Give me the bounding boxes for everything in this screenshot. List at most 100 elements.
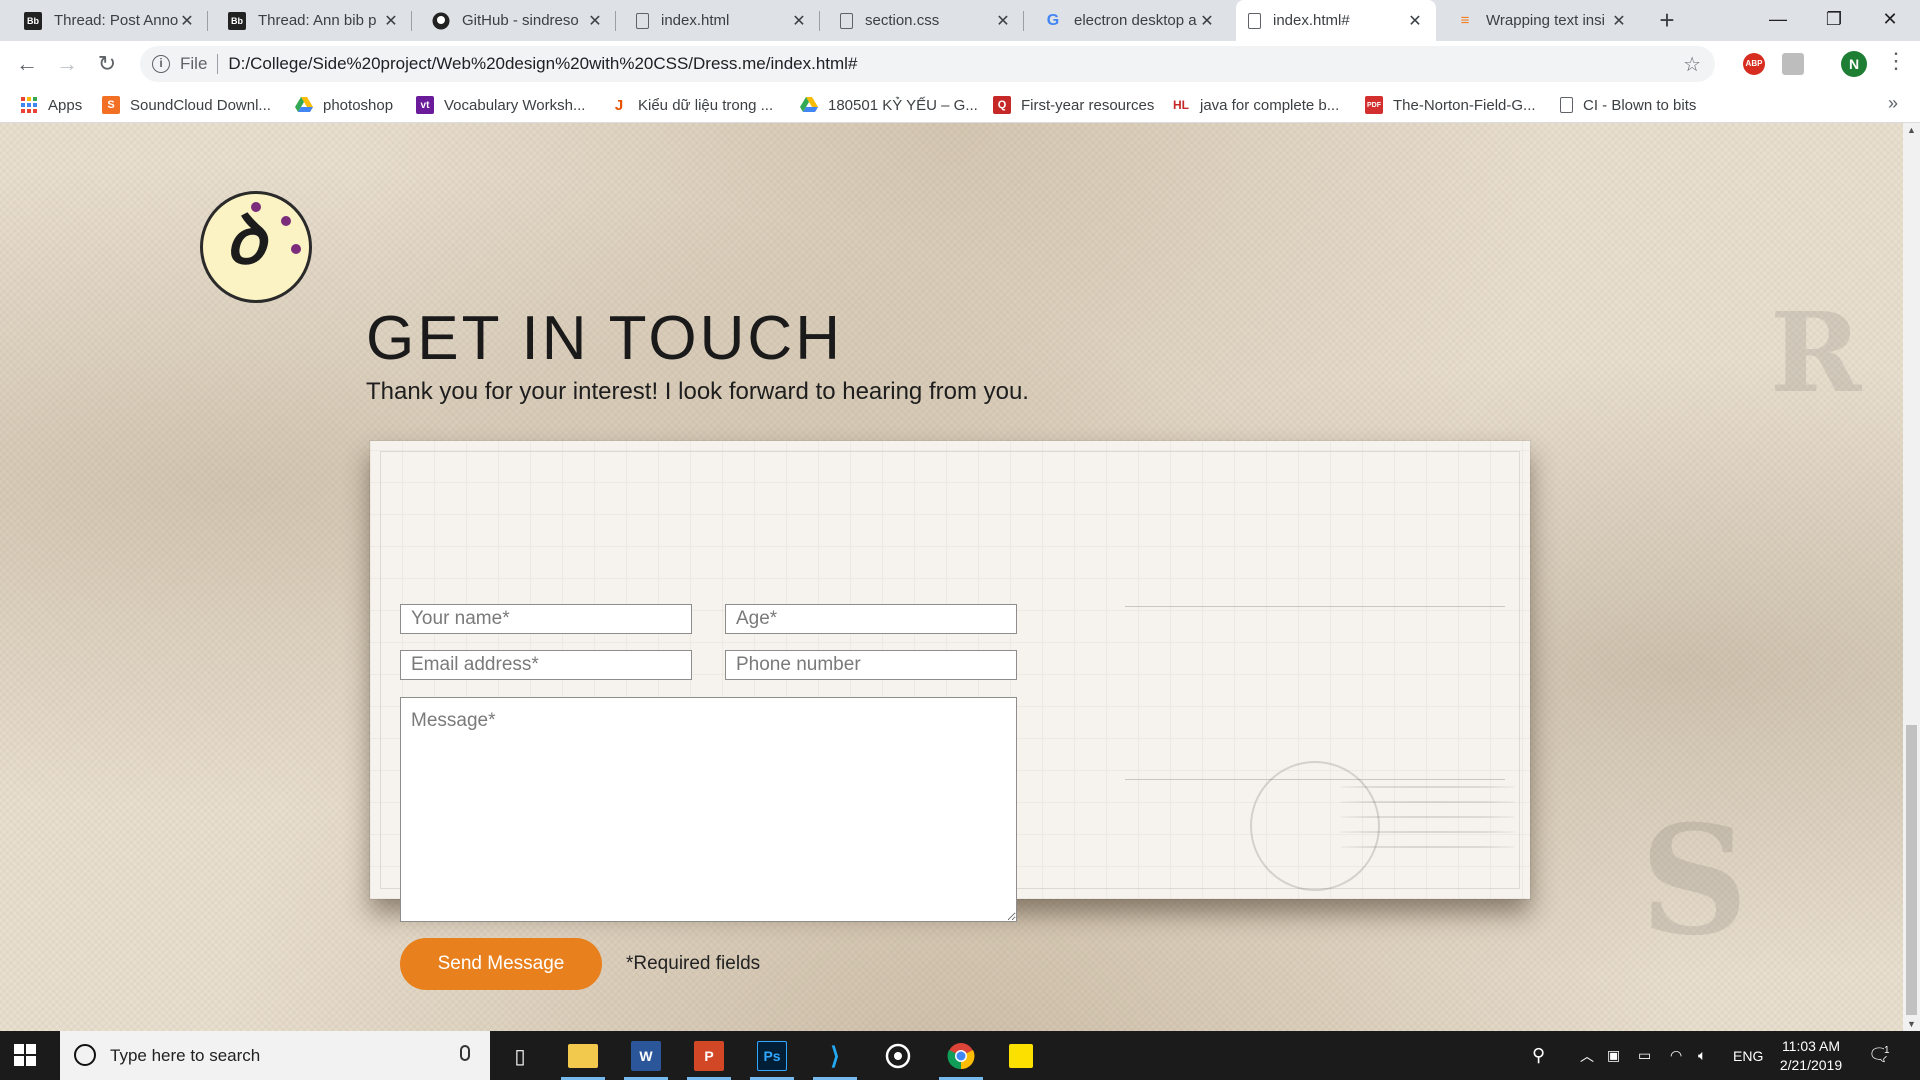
blackboard-icon: Bb	[228, 11, 246, 30]
taskbar-search-box[interactable]: Type here to search	[60, 1031, 490, 1080]
close-icon[interactable]: ✕	[1610, 11, 1628, 31]
tab-thread-post[interactable]: Bb Thread: Post Anno ✕	[12, 0, 208, 41]
bookmark-kieu-du-lieu[interactable]: J Kiểu dữ liệu trong ...	[610, 87, 773, 123]
menu-icon[interactable]: ⋮	[1885, 50, 1907, 72]
bookmark-apps[interactable]: Apps	[20, 87, 82, 123]
close-icon[interactable]: ✕	[1406, 11, 1424, 31]
show-hidden-icons[interactable]: ︿	[1580, 1031, 1594, 1080]
tab-index-html-active[interactable]: index.html# ✕	[1236, 0, 1436, 41]
file-icon	[1560, 97, 1573, 113]
task-view-icon[interactable]: ▯	[505, 1041, 535, 1071]
tab-title: index.html	[661, 12, 730, 29]
close-icon[interactable]: ✕	[994, 11, 1012, 31]
soundcloud-icon: S	[102, 96, 120, 114]
extension-icon[interactable]	[1782, 53, 1804, 75]
profile-avatar[interactable]: N	[1841, 51, 1867, 77]
postmark-wave	[1340, 831, 1515, 833]
bookmark-label: photoshop	[323, 96, 394, 114]
bookmarks-overflow-button[interactable]: »	[1888, 93, 1898, 114]
close-icon[interactable]: ✕	[178, 11, 196, 31]
close-icon[interactable]: ✕	[382, 11, 400, 31]
chrome-icon[interactable]	[946, 1041, 976, 1071]
bookmark-first-year[interactable]: Q First-year resources	[993, 87, 1154, 123]
close-icon[interactable]: ✕	[1198, 11, 1216, 31]
volume-icon[interactable]: 🔈︎	[1698, 1031, 1706, 1080]
tab-github[interactable]: GitHub - sindreso ✕	[420, 0, 616, 41]
cortana-icon	[74, 1044, 96, 1066]
google-icon: G	[1046, 11, 1060, 29]
message-field[interactable]	[400, 697, 1017, 922]
tab-title: section.css	[865, 12, 940, 29]
vscode-icon[interactable]: ⟩	[820, 1041, 850, 1071]
windows-start-icon[interactable]	[14, 1044, 36, 1066]
battery-icon[interactable]: ▭	[1638, 1031, 1651, 1080]
bookmark-norton[interactable]: PDF The-Norton-Field-G...	[1365, 87, 1536, 123]
close-icon[interactable]: ✕	[586, 11, 604, 31]
tab-section-css[interactable]: section.css ✕	[828, 0, 1024, 41]
media-app-icon[interactable]	[883, 1041, 913, 1071]
tab-title: electron desktop a	[1074, 12, 1197, 29]
bookmark-photoshop[interactable]: photoshop	[295, 87, 393, 123]
info-icon[interactable]: i	[152, 55, 170, 73]
photoshop-icon[interactable]: Ps	[757, 1041, 787, 1071]
watermark-decoration: S	[1640, 793, 1749, 969]
age-field[interactable]	[725, 604, 1017, 634]
phone-field[interactable]	[725, 650, 1017, 680]
bookmark-vocabulary[interactable]: vt Vocabulary Worksh...	[416, 87, 585, 123]
scroll-up-icon[interactable]: ▲	[1903, 125, 1920, 135]
address-bar[interactable]: i File D:/College/Side%20project/Web%20d…	[140, 46, 1715, 82]
email-field[interactable]	[400, 650, 692, 680]
sticky-notes-icon[interactable]	[1009, 1044, 1033, 1068]
bookmark-label: Apps	[48, 96, 83, 114]
site-logo[interactable]: ꝺ	[200, 191, 312, 303]
language-indicator[interactable]: ENG	[1733, 1031, 1763, 1080]
adblock-icon[interactable]: ABP	[1743, 53, 1765, 75]
back-icon[interactable]: ←	[12, 49, 42, 79]
tab-title: GitHub - sindreso	[462, 12, 579, 29]
logo-dot	[291, 244, 301, 254]
maximize-button[interactable]: ❐	[1806, 0, 1862, 41]
scroll-down-icon[interactable]: ▼	[1903, 1019, 1920, 1029]
github-icon	[432, 12, 450, 30]
bookmark-ky-yeu[interactable]: 180501 KỶ YẾU – G...	[800, 87, 978, 123]
minimize-button[interactable]: —	[1750, 0, 1806, 41]
file-icon	[636, 12, 649, 29]
required-fields-note: *Required fields	[626, 953, 761, 974]
send-message-button[interactable]: Send Message	[400, 938, 602, 990]
close-window-button[interactable]: ✕	[1862, 0, 1918, 41]
people-icon[interactable]: ⚲	[1532, 1031, 1545, 1080]
bookmark-label: 180501 KỶ YẾU – G...	[828, 96, 978, 114]
tab-electron-search[interactable]: G electron desktop a ✕	[1032, 0, 1228, 41]
logo-dot	[251, 202, 261, 212]
page-scrollbar[interactable]: ▲ ▼	[1903, 123, 1920, 1031]
close-icon[interactable]: ✕	[790, 11, 808, 31]
tab-thread-ann[interactable]: Bb Thread: Ann bib p ✕	[216, 0, 412, 41]
name-field[interactable]	[400, 604, 692, 634]
word-icon[interactable]: W	[631, 1041, 661, 1071]
url-text[interactable]: D:/College/Side%20project/Web%20design%2…	[228, 54, 857, 74]
clock-date: 2/21/2019	[1779, 1057, 1843, 1073]
bookmark-blown-to-bits[interactable]: CI - Blown to bits	[1560, 87, 1696, 123]
forward-icon[interactable]: →	[52, 49, 82, 79]
scrollbar-thumb[interactable]	[1906, 725, 1917, 1015]
taskbar-clock[interactable]: 11:03 AM 2/21/2019	[1766, 1037, 1856, 1075]
bookmark-java[interactable]: HL java for complete b...	[1172, 87, 1339, 123]
bookmark-star-icon[interactable]: ☆	[1683, 52, 1701, 77]
logo-dot	[281, 216, 291, 226]
new-tab-button[interactable]: +	[1652, 6, 1682, 36]
bookmark-red-icon: Q	[993, 96, 1011, 114]
tab-index-html[interactable]: index.html ✕	[624, 0, 820, 41]
microphone-icon[interactable]	[460, 1045, 470, 1061]
powerpoint-icon[interactable]: P	[694, 1041, 724, 1071]
postmark-wave	[1340, 786, 1515, 788]
postmark-wave	[1340, 801, 1515, 803]
reload-icon[interactable]: ↻	[92, 49, 122, 79]
file-explorer-icon[interactable]	[568, 1044, 598, 1068]
tray-app-icon[interactable]: ▣	[1607, 1031, 1620, 1080]
bookmark-label: The-Norton-Field-G...	[1393, 96, 1536, 114]
tab-wrapping-text[interactable]: ≡ Wrapping text insi ✕	[1444, 0, 1640, 41]
bookmark-soundcloud[interactable]: S SoundCloud Downl...	[102, 87, 271, 123]
bookmark-label: CI - Blown to bits	[1583, 96, 1697, 114]
postcard-address-line	[1125, 606, 1505, 607]
wifi-icon[interactable]: ◠	[1670, 1031, 1682, 1080]
